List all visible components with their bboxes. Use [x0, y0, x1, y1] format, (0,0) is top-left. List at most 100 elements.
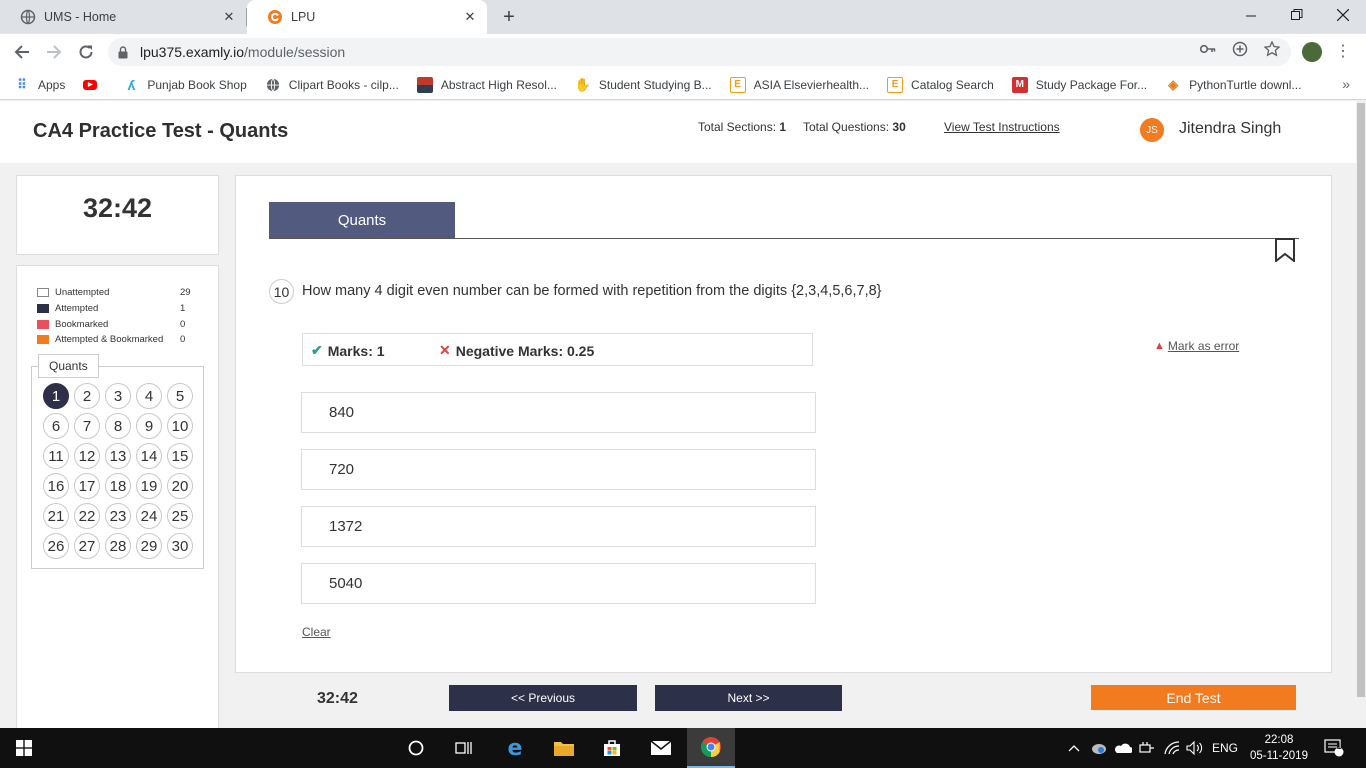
- option-a[interactable]: 840: [301, 392, 816, 433]
- minimize-icon[interactable]: [1228, 0, 1274, 30]
- warning-icon: ▲: [1154, 340, 1165, 352]
- question-nav-button[interactable]: 23: [105, 503, 131, 529]
- total-questions: Total Questions: 30: [803, 120, 906, 134]
- tab-ums-home[interactable]: UMS - Home ✕: [0, 0, 246, 34]
- question-nav-button[interactable]: 7: [74, 413, 100, 439]
- restore-icon[interactable]: [1274, 0, 1320, 30]
- question-nav-button[interactable]: 28: [105, 533, 131, 559]
- bookmark-youtube[interactable]: ▶: [83, 79, 105, 90]
- view-instructions-link[interactable]: View Test Instructions: [944, 120, 1060, 134]
- question-nav-button[interactable]: 15: [167, 443, 193, 469]
- avatar[interactable]: JS: [1140, 118, 1164, 142]
- power-plug-icon[interactable]: [1139, 728, 1155, 768]
- profile-avatar[interactable]: [1302, 42, 1322, 62]
- globe-icon: [20, 9, 36, 25]
- question-nav-button[interactable]: 16: [43, 473, 69, 499]
- close-tab-icon[interactable]: ✕: [461, 8, 479, 26]
- question-grid-section-tab[interactable]: Quants: [38, 354, 99, 378]
- previous-button[interactable]: << Previous: [449, 685, 637, 711]
- user-name[interactable]: Jitendra Singh: [1179, 120, 1281, 138]
- wifi-icon[interactable]: [1164, 728, 1180, 768]
- forward-arrow-icon[interactable]: [42, 40, 66, 64]
- scrollbar-thumb[interactable]: [1357, 103, 1365, 697]
- question-nav-button[interactable]: 3: [105, 383, 131, 409]
- question-nav-button[interactable]: 1: [43, 383, 69, 409]
- bookmark-catalog-search[interactable]: E Catalog Search: [887, 76, 994, 93]
- notification-center-icon[interactable]: 1: [1324, 728, 1344, 768]
- chrome-icon[interactable]: [687, 728, 735, 768]
- abstract-icon: [416, 76, 433, 93]
- legend-attempted-bookmarked: Attempted & Bookmarked 0: [37, 332, 217, 346]
- bookmark-clipart-books[interactable]: Clipart Books - cilp...: [265, 77, 399, 93]
- bookmark-python-turtle[interactable]: ◈ PythonTurtle downl...: [1165, 77, 1301, 93]
- question-nav-button[interactable]: 17: [74, 473, 100, 499]
- question-nav-button[interactable]: 13: [105, 443, 131, 469]
- question-nav-button[interactable]: 29: [136, 533, 162, 559]
- bookmarks-bar: ⠿ Apps ▶ ʎ Punjab Book Shop Clipart Book…: [0, 70, 1366, 100]
- tab-section-quants[interactable]: Quants: [269, 202, 455, 238]
- edge-icon[interactable]: e: [491, 728, 539, 768]
- next-button[interactable]: Next >>: [655, 685, 842, 711]
- cortana-icon[interactable]: [392, 728, 440, 768]
- question-nav-button[interactable]: 6: [43, 413, 69, 439]
- network-sync-icon[interactable]: [1090, 728, 1108, 768]
- bookmark-study-package[interactable]: M Study Package For...: [1011, 76, 1147, 93]
- question-nav-button[interactable]: 8: [105, 413, 131, 439]
- bookmark-icon[interactable]: [1274, 238, 1296, 264]
- address-bar[interactable]: lpu375.examly.io/module/session: [108, 38, 1291, 66]
- bookmark-abstract[interactable]: Abstract High Resol...: [416, 76, 557, 93]
- question-nav-button[interactable]: 27: [74, 533, 100, 559]
- question-nav-button[interactable]: 21: [43, 503, 69, 529]
- close-tab-icon[interactable]: ✕: [220, 8, 238, 26]
- menu-dots-icon[interactable]: ⋮: [1335, 41, 1351, 63]
- option-d[interactable]: 5040: [301, 563, 816, 604]
- install-icon[interactable]: [1231, 40, 1249, 58]
- question-nav-button[interactable]: 14: [136, 443, 162, 469]
- option-c[interactable]: 1372: [301, 506, 816, 547]
- clear-link[interactable]: Clear: [302, 625, 331, 639]
- show-hidden-icons[interactable]: [1068, 728, 1080, 768]
- taskbar-clock[interactable]: 22:08 05-11-2019: [1249, 732, 1309, 764]
- question-nav-button[interactable]: 9: [136, 413, 162, 439]
- question-nav-button[interactable]: 2: [74, 383, 100, 409]
- new-tab-icon[interactable]: +: [497, 5, 521, 29]
- question-nav-button[interactable]: 22: [74, 503, 100, 529]
- question-nav-button[interactable]: 26: [43, 533, 69, 559]
- question-nav-button[interactable]: 18: [105, 473, 131, 499]
- star-icon[interactable]: [1263, 40, 1281, 58]
- bookmark-asia-elsevier[interactable]: E ASIA Elsevierhealth...: [729, 76, 869, 93]
- reload-icon[interactable]: [74, 40, 98, 64]
- windows-start-icon[interactable]: [0, 728, 48, 768]
- key-icon[interactable]: [1199, 40, 1217, 58]
- question-nav-button[interactable]: 4: [136, 383, 162, 409]
- end-test-button[interactable]: End Test: [1091, 685, 1296, 710]
- bookmark-student-studying[interactable]: ✋ Student Studying B...: [575, 77, 712, 93]
- globe-icon: [265, 77, 281, 93]
- bookmarks-overflow-icon[interactable]: »: [1342, 76, 1350, 92]
- task-view-icon[interactable]: [440, 728, 488, 768]
- page-scrollbar[interactable]: [1356, 101, 1366, 728]
- mail-icon[interactable]: [637, 728, 685, 768]
- question-nav-button[interactable]: 25: [167, 503, 193, 529]
- tab-lpu[interactable]: LPU ✕: [247, 0, 487, 34]
- back-arrow-icon[interactable]: [10, 40, 34, 64]
- divider: [269, 238, 1299, 239]
- question-nav-button[interactable]: 24: [136, 503, 162, 529]
- question-nav-button[interactable]: 5: [167, 383, 193, 409]
- mark-as-error-link[interactable]: ▲ Mark as error: [1154, 339, 1239, 353]
- question-nav-button[interactable]: 19: [136, 473, 162, 499]
- close-window-icon[interactable]: [1320, 0, 1366, 30]
- question-nav-button[interactable]: 11: [43, 443, 69, 469]
- file-explorer-icon[interactable]: [540, 728, 588, 768]
- question-nav-button[interactable]: 30: [167, 533, 193, 559]
- bookmark-apps[interactable]: ⠿ Apps: [14, 77, 65, 93]
- option-b[interactable]: 720: [301, 449, 816, 490]
- question-nav-button[interactable]: 12: [74, 443, 100, 469]
- language-indicator[interactable]: ENG: [1212, 728, 1238, 768]
- volume-icon[interactable]: [1186, 728, 1204, 768]
- store-icon[interactable]: [588, 728, 636, 768]
- bookmark-punjab-book-shop[interactable]: ʎ Punjab Book Shop: [123, 77, 246, 93]
- question-nav-button[interactable]: 10: [167, 413, 193, 439]
- question-nav-button[interactable]: 20: [167, 473, 193, 499]
- onedrive-icon[interactable]: [1114, 728, 1132, 768]
